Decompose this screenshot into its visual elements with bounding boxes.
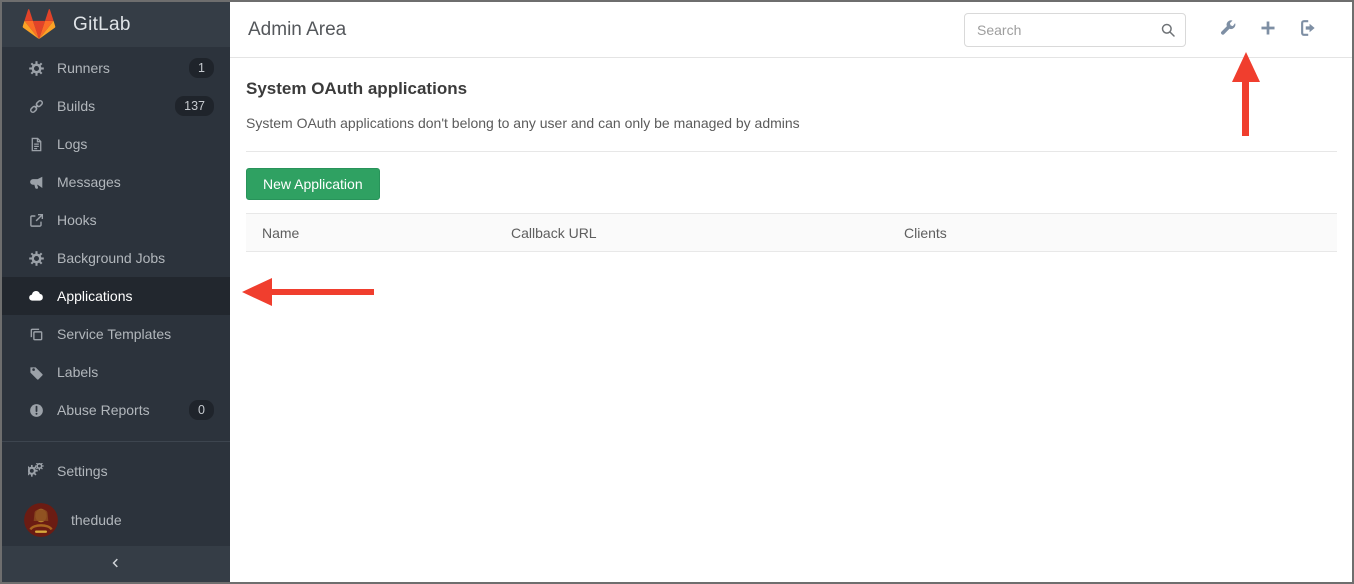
column-header-clients: Clients (888, 214, 1337, 252)
exclamation-circle-icon (28, 402, 44, 418)
avatar (24, 503, 58, 537)
sidebar-item-label: Service Templates (57, 326, 214, 342)
wrench-icon[interactable] (1208, 13, 1248, 46)
main-content: System OAuth applications System OAuth a… (230, 58, 1352, 582)
sidebar: GitLab Runners 1 Builds 137 (2, 2, 230, 582)
sidebar-item-user-profile[interactable]: thedude (2, 494, 230, 546)
username-label: thedude (71, 512, 122, 528)
sidebar-item-label: Hooks (57, 212, 214, 228)
oauth-applications-table: Name Callback URL Clients (246, 213, 1337, 252)
search-input[interactable] (964, 13, 1186, 47)
file-icon (28, 136, 44, 152)
brand-header[interactable]: GitLab (2, 2, 230, 47)
sidebar-collapse-button[interactable] (2, 546, 230, 582)
gear-icon (28, 60, 44, 76)
copy-icon (28, 326, 44, 342)
sidebar-item-label: Logs (57, 136, 214, 152)
section-heading: System OAuth applications (246, 79, 1337, 99)
sidebar-item-abuse-reports[interactable]: Abuse Reports 0 (2, 391, 230, 429)
gear-icon (28, 250, 44, 266)
annotation-arrow-applications-shaft (270, 289, 374, 295)
sidebar-item-builds[interactable]: Builds 137 (2, 87, 230, 125)
annotation-arrow-wrench-head (1232, 52, 1260, 82)
sidebar-item-runners[interactable]: Runners 1 (2, 49, 230, 87)
cloud-icon (28, 288, 44, 304)
column-header-name: Name (246, 214, 495, 252)
sidebar-item-background-jobs[interactable]: Background Jobs (2, 239, 230, 277)
search-icon (1160, 22, 1176, 43)
bullhorn-icon (28, 174, 44, 190)
sidebar-item-label: Runners (57, 60, 189, 76)
annotation-arrow-applications-head (242, 278, 272, 306)
external-link-icon (28, 212, 44, 228)
sidebar-item-hooks[interactable]: Hooks (2, 201, 230, 239)
sign-out-icon[interactable] (1288, 13, 1328, 46)
sidebar-nav: Runners 1 Builds 137 Logs Messa (2, 49, 230, 429)
sidebar-item-labels[interactable]: Labels (2, 353, 230, 391)
sidebar-item-label: Background Jobs (57, 250, 214, 266)
runners-count-badge: 1 (189, 58, 214, 78)
table-header-row: Name Callback URL Clients (246, 214, 1337, 252)
sidebar-item-settings[interactable]: Settings (2, 452, 230, 490)
annotation-arrow-wrench-shaft (1242, 80, 1249, 136)
sidebar-item-label: Labels (57, 364, 214, 380)
gitlab-admin-window: GitLab Runners 1 Builds 137 (0, 0, 1354, 584)
new-application-button[interactable]: New Application (246, 168, 380, 200)
sidebar-item-label: Settings (57, 463, 214, 479)
gears-icon (28, 463, 44, 479)
sidebar-item-label: Messages (57, 174, 214, 190)
link-icon (28, 98, 44, 114)
page-title: Admin Area (248, 19, 346, 41)
sidebar-item-logs[interactable]: Logs (2, 125, 230, 163)
sidebar-item-label: Applications (57, 288, 214, 304)
brand-name: GitLab (73, 14, 131, 36)
sidebar-divider (2, 441, 230, 442)
search-box (964, 13, 1186, 47)
chevron-left-icon (109, 556, 123, 573)
abuse-reports-count-badge: 0 (189, 400, 214, 420)
builds-count-badge: 137 (175, 96, 214, 116)
sidebar-item-service-templates[interactable]: Service Templates (2, 315, 230, 353)
section-description: System OAuth applications don't belong t… (246, 115, 1337, 131)
top-header-bar: Admin Area (230, 2, 1352, 58)
sidebar-item-messages[interactable]: Messages (2, 163, 230, 201)
section-divider (246, 151, 1337, 152)
sidebar-item-label: Builds (57, 98, 175, 114)
gitlab-logo-icon (22, 8, 56, 41)
plus-icon[interactable] (1248, 13, 1288, 46)
tag-icon (28, 364, 44, 380)
column-header-callback-url: Callback URL (495, 214, 888, 252)
sidebar-item-label: Abuse Reports (57, 402, 189, 418)
sidebar-item-applications[interactable]: Applications (2, 277, 230, 315)
